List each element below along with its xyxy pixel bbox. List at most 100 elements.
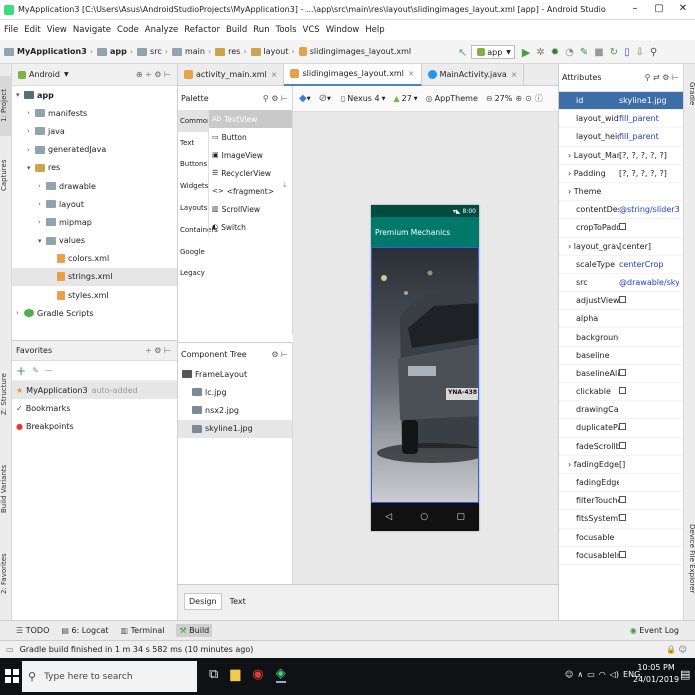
attribute-row[interactable]: drawingCacheQ [559,401,683,420]
attribute-value[interactable]: [center] [619,242,651,251]
favorites-settings-icon[interactable]: ÷ ⚙ ⊢ [145,346,171,355]
project-tree-item[interactable]: › layout [12,195,177,213]
menu-tools[interactable]: Tools [276,25,297,35]
menu-edit[interactable]: Edit [24,25,40,35]
attribute-row[interactable]: baseline [559,347,683,365]
attribute-value[interactable]: skyline1.jpg [619,96,667,105]
attribute-row[interactable]: focusable [559,529,683,547]
attribute-value[interactable]: @string/slider3 [619,205,679,214]
tab-build-variants[interactable]: Build Variants [0,454,12,524]
project-tree-item[interactable]: ▾ values [12,232,177,250]
palette-widget[interactable]: ◐ Switch [209,218,292,236]
favorite-bookmarks[interactable]: ✓ Bookmarks [12,399,177,417]
project-tree-item[interactable]: ▾ app [12,86,177,104]
breadcrumb-layout[interactable]: layout [250,47,289,56]
checkbox[interactable] [619,223,626,231]
expand-arrow-icon[interactable]: ▾ [16,91,24,99]
build-tab[interactable]: ⚒ Build [176,624,213,637]
api-select[interactable]: 27 [402,94,412,103]
checkbox[interactable] [619,423,626,431]
tab-device-file-explorer[interactable]: Device File Explorer [684,514,695,604]
palette-category[interactable]: Widgets [178,175,208,197]
zoom-out-icon[interactable]: ⊖ [486,94,493,103]
menu-file[interactable]: File [4,25,18,35]
panel-settings-icon[interactable]: ⊕ ÷ ⚙ ⊢ [136,70,171,79]
component-tree-item[interactable]: skyline1.jpg [178,419,292,438]
palette-widget[interactable]: Ab TextView [209,110,292,128]
menu-navigate[interactable]: Navigate [73,25,111,35]
tab-activity-main[interactable]: activity_main.xml × [178,63,285,86]
attribute-row[interactable]: › Layout_Margin[?, ?, ?, ?, ?] [559,147,683,165]
palette-widget[interactable]: ☰ RecyclerView [209,164,292,182]
menu-help[interactable]: Help [365,25,384,35]
breadcrumb-app[interactable]: app [96,47,127,56]
project-tree-item[interactable]: › Gradle Scripts [12,304,177,322]
wifi-icon[interactable]: ◠ [599,670,606,679]
menu-run[interactable]: Run [253,25,269,35]
apply-changes-icon[interactable]: ✲ [536,47,544,58]
warnings-icon[interactable]: ⓘ [535,93,543,104]
event-log-tab[interactable]: ◉ Event Log [630,626,679,635]
tab-design[interactable]: Design [184,593,222,610]
palette-category[interactable]: Google [178,241,208,263]
expand-arrow-icon[interactable]: ▾ [38,237,46,245]
project-tree-item[interactable]: styles.xml [12,286,177,304]
add-icon[interactable]: + [16,364,26,378]
design-surface-icon[interactable]: ◆ [299,93,307,104]
breadcrumb-src[interactable]: src [137,47,162,56]
close-button[interactable]: ✕ [676,3,690,14]
sync-gradle-icon[interactable]: ↻ [610,47,618,58]
attribute-row[interactable]: alpha [559,310,683,329]
checkbox[interactable] [619,514,626,522]
close-tab-icon[interactable]: × [511,70,518,79]
battery-icon[interactable]: ▭ [587,670,595,679]
checkbox[interactable] [619,387,626,395]
expand-arrow-icon[interactable]: › [27,127,35,135]
make-project-icon[interactable]: ↖ [458,46,467,59]
attribute-row[interactable]: layout_widthfill_parent [559,110,683,129]
people-icon[interactable]: ☺ [565,670,573,679]
attribute-row[interactable]: focusableInTou [559,547,683,565]
run-icon[interactable]: ▶ [522,46,530,59]
attribute-value[interactable]: @drawable/skyline1 [619,278,679,287]
avd-manager-icon[interactable]: ▯ [624,47,630,58]
expand-arrow-icon[interactable]: ▾ [27,164,35,172]
attribute-row[interactable]: › fadingEdge[] [559,456,683,474]
profile-icon[interactable]: ◔ [565,47,574,58]
attribute-value[interactable]: fill_parent [619,114,659,123]
device-select[interactable]: Nexus 4 [347,94,379,103]
breadcrumb-file[interactable]: slidingimages_layout.xml [298,47,411,56]
checkbox[interactable] [619,550,626,558]
checkbox[interactable] [619,496,626,504]
attribute-row[interactable]: › layout_gravity[center] [559,238,683,256]
menu-code[interactable]: Code [117,25,139,35]
palette-category[interactable]: Text [178,132,208,154]
component-tree-item[interactable]: nsx2.jpg [178,401,292,419]
tab-gradle[interactable]: Gradle [684,74,695,114]
attribute-row[interactable]: duplicateParen [559,419,683,438]
zoom-in-icon[interactable]: ⊕ [515,94,522,103]
skyline-image[interactable]: YNA-438 [371,247,479,503]
run-config-select[interactable]: app ▼ [471,45,515,59]
menu-analyze[interactable]: Analyze [145,25,179,35]
download-icon[interactable]: ⤓ [283,180,287,190]
checkbox[interactable] [619,296,626,304]
debug-icon[interactable]: ✹ [551,47,559,58]
component-tree-settings-icon[interactable]: ⚙ ⊢ [271,350,288,359]
remove-icon[interactable]: — [45,366,53,375]
menu-build[interactable]: Build [226,25,247,35]
attribute-row[interactable]: adjustViewBou [559,292,683,311]
attribute-value[interactable]: [?, ?, ?, ?, ?] [619,169,667,178]
minimize-button[interactable]: – [628,3,642,14]
project-tree-item[interactable]: colors.xml [12,250,177,268]
close-tab-icon[interactable]: × [271,70,278,79]
lock-icon[interactable]: 🔒 ☺ [666,645,687,654]
breadcrumb-project[interactable]: MyApplication3 [4,47,87,56]
attribute-value[interactable]: fill_parent [619,132,659,141]
chrome-icon[interactable]: ◉ [252,667,263,682]
palette-widget[interactable]: <> <fragment> [209,182,292,200]
attribute-row[interactable]: scaleType centerCrop [559,256,683,274]
project-tree-item[interactable]: › mipmap [12,213,177,231]
attribute-row[interactable]: id skyline1.jpg [559,92,683,111]
terminal-tab[interactable]: ▥ Terminal [121,626,165,635]
